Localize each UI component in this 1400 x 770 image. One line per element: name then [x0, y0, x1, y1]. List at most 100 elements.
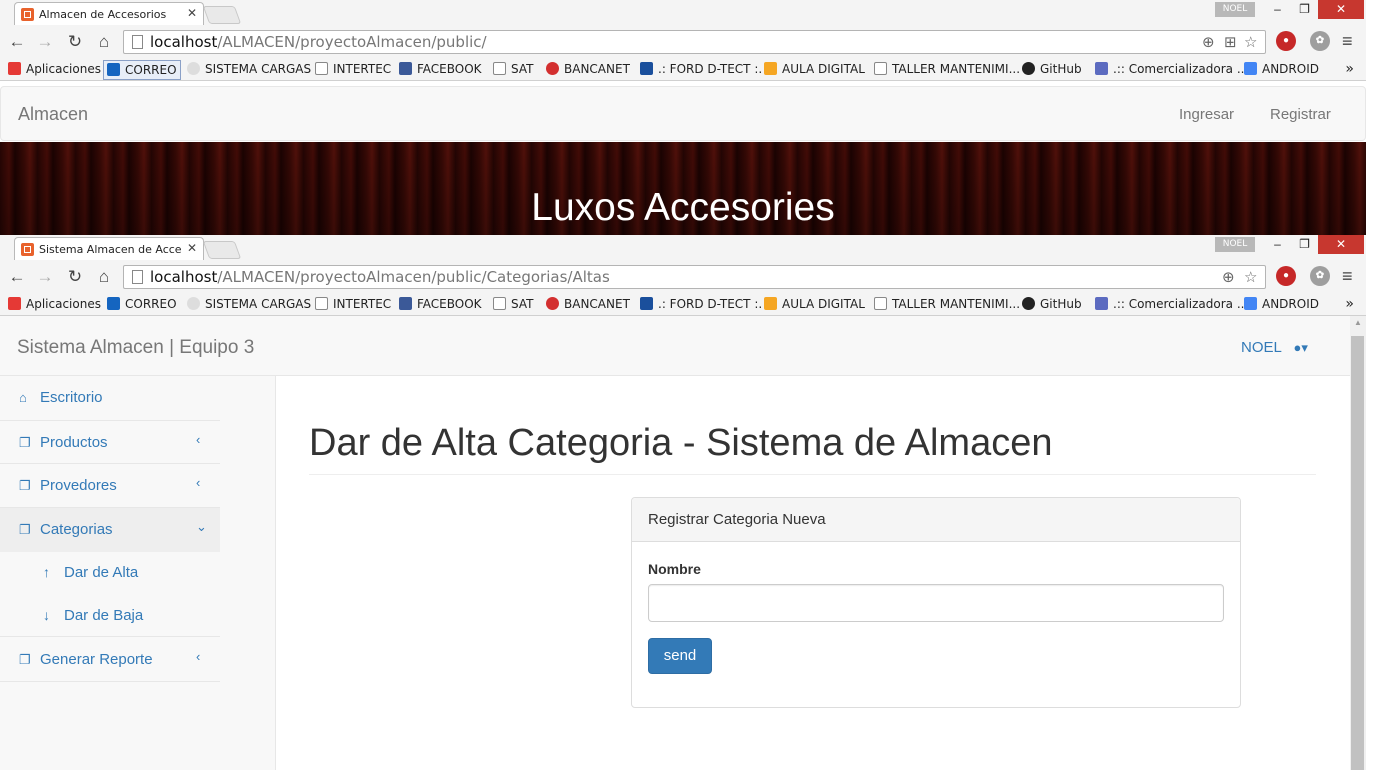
bookmark-comercializadora[interactable]: .:: Comercializadora ...: [1095, 62, 1248, 76]
home-icon[interactable]: ⌂: [94, 267, 114, 287]
tab-close-icon[interactable]: ✕: [187, 241, 197, 255]
bookmark-aula-digital[interactable]: AULA DIGITAL: [764, 62, 865, 76]
bookmark-label: GitHub: [1040, 297, 1082, 311]
panel-heading: Registrar Categoria Nueva: [632, 498, 1240, 542]
profile-badge[interactable]: NOEL: [1215, 2, 1255, 17]
minimize-button[interactable]: –: [1264, 235, 1291, 254]
browser-tab-active[interactable]: Almacen de Accesorios ✕: [14, 2, 204, 25]
nombre-input[interactable]: [648, 584, 1224, 622]
bookmark-android[interactable]: ANDROID: [1244, 297, 1319, 311]
bookmark-intertec[interactable]: INTERTEC: [315, 62, 391, 76]
new-tab-button[interactable]: [202, 241, 242, 259]
bookmark-apps[interactable]: Aplicaciones: [8, 297, 101, 311]
site-brand[interactable]: Almacen: [18, 104, 88, 125]
bookmark-correo[interactable]: CORREO: [103, 60, 181, 80]
chrome-menu-icon[interactable]: ≡: [1342, 266, 1353, 287]
browser-tab-active[interactable]: Sistema Almacen de Acce ✕: [14, 237, 204, 260]
adblock-icon[interactable]: ●: [1276, 31, 1296, 51]
scroll-up-icon[interactable]: ▲: [1354, 318, 1362, 327]
bookmark-label: BANCANET: [564, 297, 630, 311]
globe-icon: [187, 62, 200, 75]
address-bar[interactable]: localhost/ALMACEN/proyectoAlmacen/public…: [123, 30, 1266, 54]
bookmark-bancanet[interactable]: BANCANET: [546, 297, 630, 311]
star-icon[interactable]: ☆: [1244, 31, 1257, 53]
zoom-icon[interactable]: ⊕: [1222, 266, 1235, 288]
close-window-button[interactable]: ✕: [1318, 0, 1364, 19]
arrow-down-icon: ↓: [43, 607, 50, 623]
scroll-thumb[interactable]: [1351, 336, 1364, 770]
bookmark-label: INTERTEC: [333, 297, 392, 311]
bookmark-github[interactable]: GitHub: [1022, 62, 1082, 76]
user-name: NOEL: [1241, 339, 1282, 356]
maximize-button[interactable]: ❐: [1291, 235, 1318, 254]
extension-icon[interactable]: ✿: [1310, 266, 1330, 286]
tab-close-icon[interactable]: ✕: [187, 6, 197, 20]
user-menu[interactable]: NOEL ●▾: [1241, 339, 1308, 356]
bookmark-apps[interactable]: Aplicaciones: [8, 62, 101, 76]
bookmark-comercializadora[interactable]: .:: Comercializadora ...: [1095, 297, 1248, 311]
bookmark-ford[interactable]: .: FORD D-TECT :.: [640, 62, 762, 76]
sidebar-item-productos[interactable]: ❐ Productos ‹: [0, 420, 220, 464]
bookmark-github[interactable]: GitHub: [1022, 297, 1082, 311]
bookmark-correo[interactable]: CORREO: [107, 297, 177, 311]
bookmark-sistema-cargas[interactable]: SISTEMA CARGAS: [187, 62, 311, 76]
sidebar-subitem-dar-de-alta[interactable]: ↑ Dar de Alta: [0, 551, 220, 594]
profile-badge[interactable]: NOEL: [1215, 237, 1255, 252]
zoom-icon[interactable]: ⊕: [1202, 31, 1215, 53]
reload-icon[interactable]: ↻: [65, 32, 85, 52]
forward-icon[interactable]: →: [35, 267, 55, 287]
bookmark-taller[interactable]: TALLER MANTENIMI...: [874, 297, 1020, 311]
bookmark-label: SISTEMA CARGAS: [205, 62, 312, 76]
copy-icon: ❐: [19, 522, 31, 537]
home-icon[interactable]: ⌂: [94, 32, 114, 52]
login-link[interactable]: Ingresar: [1179, 106, 1234, 123]
bookmark-label: .: FORD D-TECT :.: [658, 297, 763, 311]
address-bar[interactable]: localhost/ALMACEN/proyectoAlmacen/public…: [123, 265, 1266, 289]
bookmark-bancanet[interactable]: BANCANET: [546, 62, 630, 76]
minimize-button[interactable]: –: [1264, 0, 1291, 19]
bookmark-facebook[interactable]: FACEBOOK: [399, 62, 482, 76]
bookmark-sat[interactable]: SAT: [493, 62, 533, 76]
title-bar: Almacen de Accesorios ✕ NOEL – ❐ ✕: [0, 0, 1366, 25]
sidebar-item-generar-reporte[interactable]: ❐ Generar Reporte ‹: [0, 638, 220, 682]
bookmark-android[interactable]: ANDROID: [1244, 62, 1319, 76]
back-icon[interactable]: ←: [7, 32, 27, 52]
maximize-button[interactable]: ❐: [1291, 0, 1318, 19]
page-icon: [874, 62, 887, 75]
app-brand[interactable]: Sistema Almacen | Equipo 3: [17, 337, 254, 359]
back-icon[interactable]: ←: [7, 267, 27, 287]
chrome-menu-icon[interactable]: ≡: [1342, 31, 1353, 52]
google-icon: [1244, 297, 1257, 310]
adblock-icon[interactable]: ●: [1276, 266, 1296, 286]
translate-icon[interactable]: ⊞: [1224, 31, 1237, 53]
page-scrollbar[interactable]: ▲: [1350, 316, 1366, 770]
bookmarks-overflow[interactable]: »: [1345, 296, 1354, 312]
bookmark-sat[interactable]: SAT: [493, 297, 533, 311]
bookmark-intertec[interactable]: INTERTEC: [315, 297, 391, 311]
bookmark-label: INTERTEC: [333, 62, 392, 76]
send-button[interactable]: send: [648, 638, 712, 674]
reload-icon[interactable]: ↻: [65, 267, 85, 287]
facebook-icon: [399, 62, 412, 75]
page-icon: [315, 297, 328, 310]
bookmark-facebook[interactable]: FACEBOOK: [399, 297, 482, 311]
bookmark-label: TALLER MANTENIMI...: [892, 297, 1021, 311]
bookmarks-overflow[interactable]: »: [1345, 61, 1354, 77]
sidebar-item-categorias[interactable]: ❐ Categorias ⌄: [0, 508, 220, 552]
bookmark-aula-digital[interactable]: AULA DIGITAL: [764, 297, 865, 311]
sidebar-item-escritorio[interactable]: ⌂ Escritorio: [0, 376, 220, 420]
sidebar-item-provedores[interactable]: ❐ Provedores ‹: [0, 464, 220, 508]
user-icon: ●▾: [1293, 340, 1308, 355]
extension-icon[interactable]: ✿: [1310, 31, 1330, 51]
close-window-button[interactable]: ✕: [1318, 235, 1364, 254]
star-icon[interactable]: ☆: [1244, 266, 1257, 288]
new-tab-button[interactable]: [202, 6, 242, 24]
page-icon: [493, 62, 506, 75]
forward-icon[interactable]: →: [35, 32, 55, 52]
bookmark-ford[interactable]: .: FORD D-TECT :.: [640, 297, 762, 311]
bookmark-sistema-cargas[interactable]: SISTEMA CARGAS: [187, 297, 311, 311]
site-navbar: Almacen Ingresar Registrar: [0, 86, 1366, 141]
register-link[interactable]: Registrar: [1270, 106, 1331, 123]
sidebar-subitem-dar-de-baja[interactable]: ↓ Dar de Baja: [0, 594, 220, 637]
bookmark-taller[interactable]: TALLER MANTENIMI...: [874, 62, 1020, 76]
